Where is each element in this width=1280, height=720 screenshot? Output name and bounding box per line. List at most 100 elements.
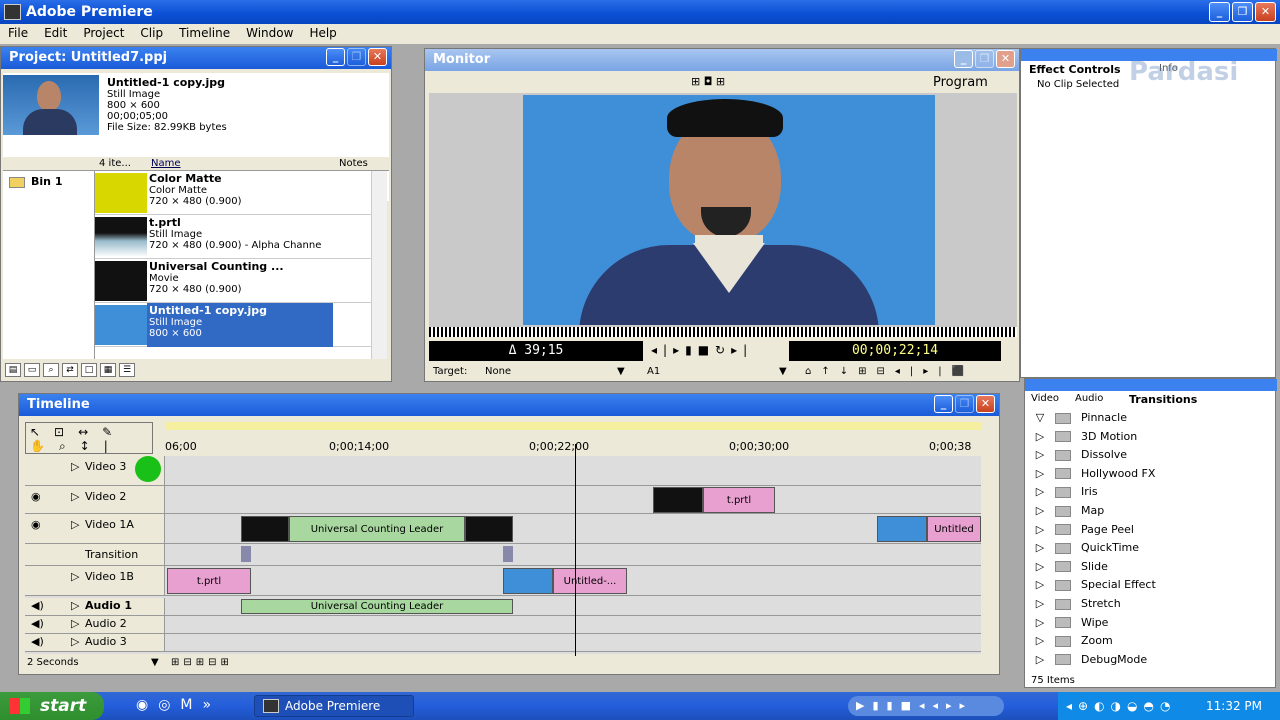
folder-item[interactable]: ▷ DebugMode (1025, 651, 1261, 669)
automate-icon[interactable]: ⇄ (62, 363, 78, 377)
notes-column-header[interactable]: Notes (339, 158, 368, 169)
project-item[interactable]: Universal Counting ... Movie 720 × 480 (0.… (95, 259, 371, 303)
track-transition[interactable]: Transition (25, 544, 981, 566)
zoom-dropdown-arrow[interactable]: ▼ (151, 657, 159, 668)
transitions-tab[interactable]: Transitions (1129, 393, 1197, 406)
expand-arrow-icon[interactable]: ▷ (71, 635, 79, 648)
clip-universal-counting-leader[interactable]: Universal Counting Leader (289, 516, 465, 542)
track-audio-2[interactable]: ◀) ▷ Audio 2 (25, 616, 981, 634)
track-audio-3[interactable]: ◀) ▷ Audio 3 (25, 634, 981, 652)
folder-item[interactable]: ▷ Map (1025, 502, 1261, 520)
menu-help[interactable]: Help (301, 24, 344, 44)
folder-item[interactable]: ▷ Iris (1025, 483, 1261, 501)
close-button[interactable]: ✕ (1255, 2, 1276, 22)
icon-view-icon[interactable]: ☰ (119, 363, 135, 377)
hand-zoom-tool-icons[interactable]: ✋⌕↕| (30, 439, 122, 454)
bin-item[interactable]: Bin 1 (9, 175, 62, 188)
monitor-time-ruler[interactable] (429, 327, 1017, 337)
taskbar-item-premiere[interactable]: Adobe Premiere (254, 695, 414, 717)
edit-controls-icons[interactable]: ⌂↑↓⊞⊟◂|▸|⬛ (805, 363, 974, 381)
track-audio-1[interactable]: ◀) ▷ Audio 1 Universal Counting Leader (25, 598, 981, 616)
clip-image-thumb[interactable] (877, 516, 927, 542)
track-video-1a[interactable]: ◉ ▷ Video 1A Universal Counting Leader Unt… (25, 514, 981, 544)
monitor-maximize-button[interactable]: ❐ (975, 50, 994, 68)
clip-tprtl[interactable]: t.prtl (703, 487, 775, 513)
minimize-button[interactable]: _ (1209, 2, 1230, 22)
folder-item[interactable]: ▷ Special Effect (1025, 576, 1261, 594)
folder-item[interactable]: ▷ Slide (1025, 558, 1261, 576)
track-video-3[interactable]: ▷ Video 3 (25, 456, 981, 486)
track-dropdown-arrow[interactable]: ▼ (779, 363, 787, 381)
track-video-1b[interactable]: ▷ Video 1B t.prtl Untitled-... (25, 566, 981, 596)
maximize-button[interactable]: ❐ (1232, 2, 1253, 22)
timeline-maximize-button[interactable]: ❐ (955, 395, 974, 413)
expand-arrow-icon[interactable]: ▷ (71, 490, 79, 503)
project-close-button[interactable]: ✕ (368, 48, 387, 66)
menu-timeline[interactable]: Timeline (171, 24, 238, 44)
menu-edit[interactable]: Edit (36, 24, 75, 44)
folder-item[interactable]: ▷ Dissolve (1025, 446, 1261, 464)
project-minimize-button[interactable]: _ (326, 48, 345, 66)
folder-item[interactable]: ▷ Stretch (1025, 595, 1261, 613)
transition-marker[interactable] (241, 546, 251, 562)
clip-leader-end[interactable] (465, 516, 513, 542)
timeline-ruler[interactable]: 06;00 0;00;14;00 0;00;22;00 0;00;30;00 0… (165, 422, 981, 456)
project-maximize-button[interactable]: ❐ (347, 48, 366, 66)
folder-item[interactable]: ▷ Hollywood FX (1025, 465, 1261, 483)
speaker-icon[interactable]: ◀) (31, 635, 44, 648)
monitor-minimize-button[interactable]: _ (954, 50, 973, 68)
speaker-icon[interactable]: ◀) (31, 599, 44, 612)
storyboard-icon[interactable]: □ (81, 363, 97, 377)
selection-tool-icons[interactable]: ↖⊡↔✎ (30, 425, 126, 439)
track-select[interactable]: A1 (647, 363, 660, 381)
menu-file[interactable]: File (0, 24, 36, 44)
clip-tprtl-b[interactable]: t.prtl (167, 568, 251, 594)
eye-icon[interactable]: ◉ (31, 490, 41, 503)
audio-tab[interactable]: Audio (1075, 393, 1103, 404)
clip-thumb[interactable] (653, 487, 703, 513)
quicklaunch-icons[interactable]: ◉◎M» (136, 697, 221, 713)
media-toolbar[interactable]: ▶▮▮■◂◂▸▸ (848, 696, 1004, 716)
timeline-minimize-button[interactable]: _ (934, 395, 953, 413)
menu-clip[interactable]: Clip (132, 24, 171, 44)
monitor-mode-label[interactable]: Program (933, 75, 988, 90)
transition-marker[interactable] (503, 546, 513, 562)
menu-window[interactable]: Window (238, 24, 301, 44)
folder-item[interactable]: ▷ QuickTime (1025, 539, 1261, 557)
project-item[interactable]: t.prtl Still Image 720 × 480 (0.900) - Alp… (95, 215, 371, 259)
zoom-level-select[interactable]: 2 Seconds (27, 657, 79, 668)
bin-view-icon[interactable]: ▤ (5, 363, 21, 377)
start-button[interactable]: start (0, 692, 104, 720)
speaker-icon[interactable]: ◀) (31, 617, 44, 630)
folder-item[interactable]: ▷ Page Peel (1025, 521, 1261, 539)
tray-icons[interactable]: ◂⊕◐◑◒◓◔ (1066, 692, 1176, 720)
expand-arrow-icon[interactable]: ▷ (71, 460, 79, 473)
video-tab[interactable]: Video (1031, 393, 1059, 404)
playhead[interactable] (575, 444, 576, 656)
expand-arrow-icon[interactable]: ▷ (71, 599, 79, 612)
expand-arrow-icon[interactable]: ▷ (71, 617, 79, 630)
project-item-selected[interactable]: Untitled-1 copy.jpg Still Image 800 × 600 (95, 303, 371, 347)
new-bin-icon[interactable]: ▭ (24, 363, 40, 377)
folder-item[interactable]: ▽ Pinnacle (1025, 409, 1261, 427)
folder-item[interactable]: ▷ Wipe (1025, 614, 1261, 632)
name-column-header[interactable]: Name (151, 158, 181, 169)
list-view-icon[interactable]: ▦ (100, 363, 116, 377)
transport-controls[interactable]: ◂|▸▮■↻▸| (651, 343, 753, 357)
project-item[interactable]: Color Matte Color Matte 720 × 480 (0.900) (95, 171, 371, 215)
expand-arrow-icon[interactable]: ▷ (71, 518, 79, 531)
eye-icon[interactable]: ◉ (31, 518, 41, 531)
target-dropdown-arrow[interactable]: ▼ (617, 363, 625, 381)
clip-untitled[interactable]: Untitled (927, 516, 981, 542)
clip-untitled-b[interactable]: Untitled-... (553, 568, 627, 594)
menu-project[interactable]: Project (75, 24, 132, 44)
monitor-close-button[interactable]: ✕ (996, 50, 1015, 68)
project-scrollbar[interactable] (371, 171, 387, 359)
find-icon[interactable]: ⌕ (43, 363, 59, 377)
expand-arrow-icon[interactable]: ▷ (71, 570, 79, 583)
view-mode-icons[interactable]: ⊞ ◘ ⊞ (691, 75, 725, 88)
folder-item[interactable]: ▷ Zoom (1025, 632, 1261, 650)
clip-leader-thumb[interactable] (241, 516, 289, 542)
timeline-close-button[interactable]: ✕ (976, 395, 995, 413)
track-video-2[interactable]: ◉ ▷ Video 2 t.prtl (25, 486, 981, 514)
